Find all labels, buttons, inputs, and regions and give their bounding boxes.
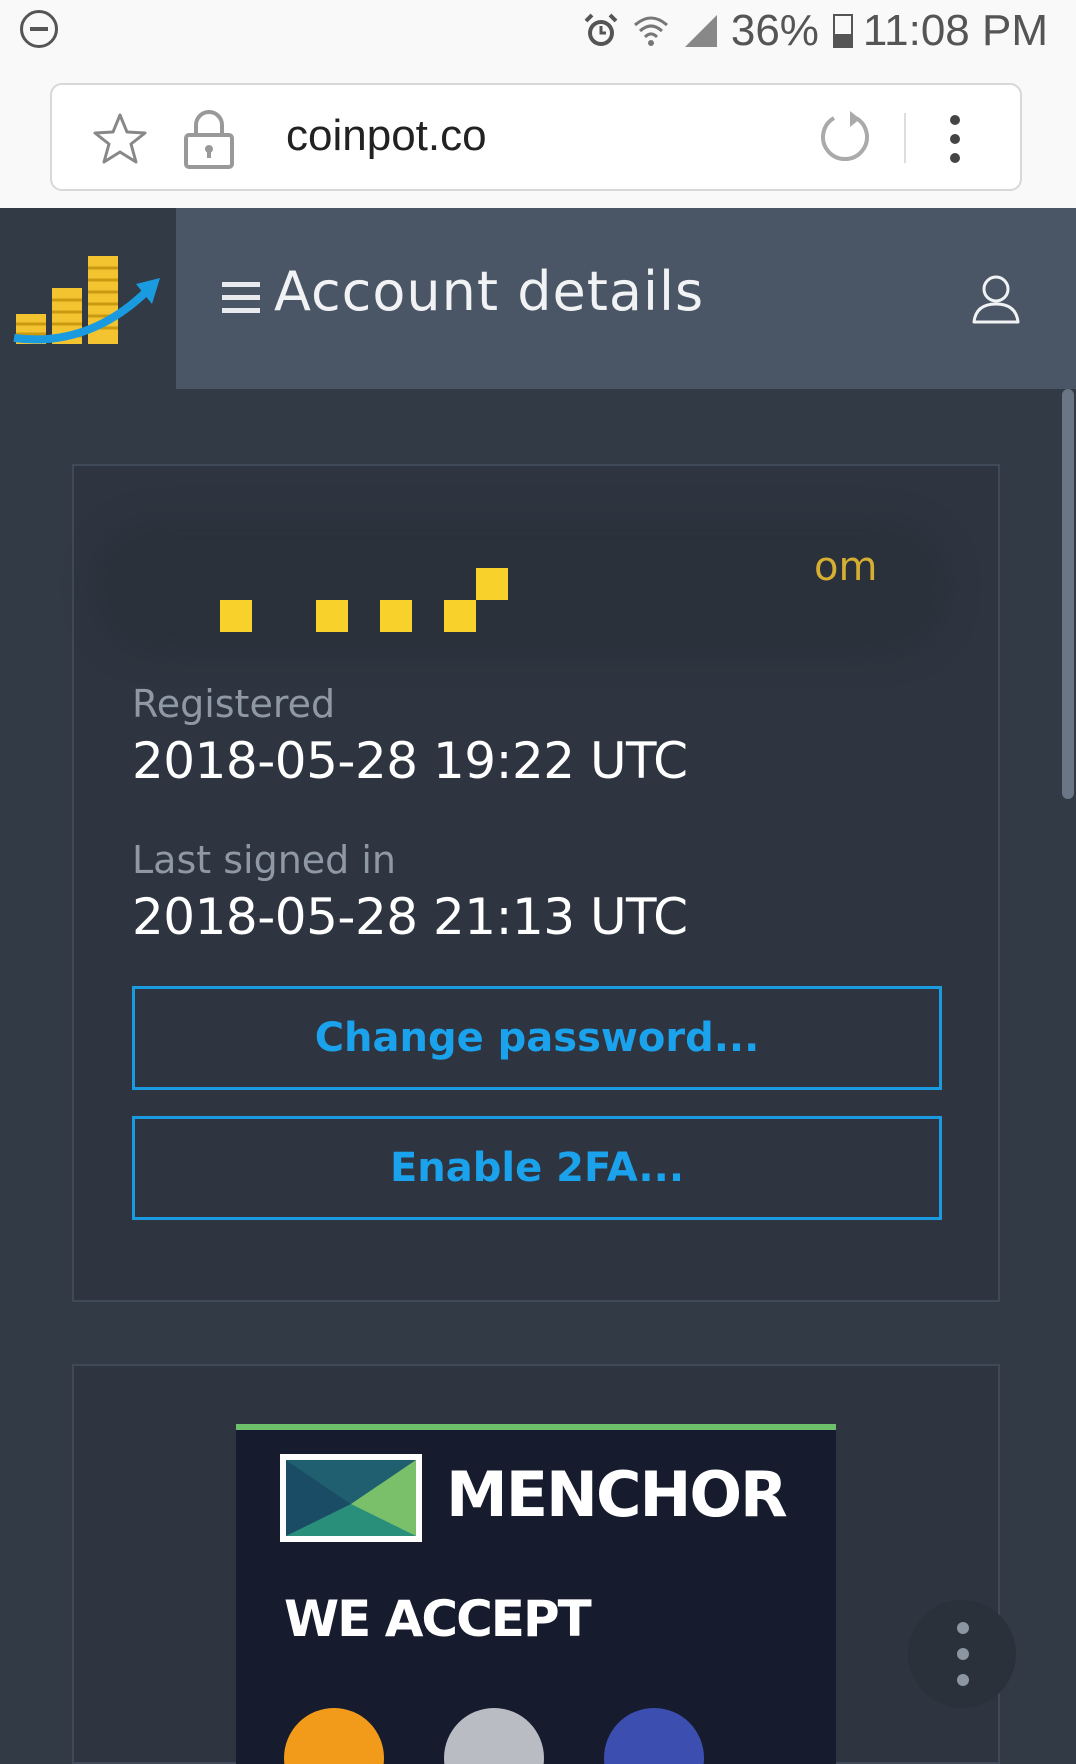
- redaction-pixel: [444, 600, 476, 632]
- toolbar-divider: [904, 113, 906, 163]
- registered-value: 2018-05-28 19:22 UTC: [132, 732, 688, 790]
- bookmark-star-icon[interactable]: [90, 109, 150, 169]
- change-password-button[interactable]: Change password...: [132, 986, 942, 1090]
- enable-2fa-button[interactable]: Enable 2FA...: [132, 1116, 942, 1220]
- redaction-pixel: [316, 600, 348, 632]
- advertisement-card: MENCHOR WE ACCEPT: [72, 1364, 1000, 1764]
- redaction-pixel: [220, 600, 252, 632]
- hamburger-menu-icon[interactable]: [222, 282, 262, 316]
- reload-icon[interactable]: [816, 109, 874, 167]
- litecoin-icon: [444, 1708, 544, 1764]
- redaction-pixel: [380, 600, 412, 632]
- ad-banner[interactable]: MENCHOR WE ACCEPT: [236, 1424, 836, 1764]
- floating-menu-button[interactable]: [908, 1600, 1016, 1708]
- user-profile-icon[interactable]: [968, 270, 1024, 326]
- address-bar[interactable]: coinpot.co: [50, 83, 1022, 191]
- bitcoin-icon: [284, 1708, 384, 1764]
- redaction-pixel: [476, 568, 508, 600]
- signal-icon: [684, 15, 717, 47]
- coin-stack-logo-icon: [13, 256, 160, 344]
- last-signed-in-value: 2018-05-28 21:13 UTC: [132, 888, 688, 946]
- battery-icon: [832, 14, 853, 48]
- menchor-logo-icon: [280, 1454, 422, 1542]
- browser-toolbar: coinpot.co: [0, 62, 1076, 208]
- email-suffix: om: [814, 544, 878, 590]
- wifi-icon: [633, 16, 668, 46]
- account-details-card: om Registered 2018-05-28 19:22 UTC Last …: [72, 464, 1000, 1302]
- battery-percent: 36%: [730, 6, 819, 55]
- ethereum-icon: [604, 1708, 704, 1764]
- do-not-disturb-icon: [20, 10, 58, 48]
- system-status-bar: 36% 11:08 PM: [0, 0, 1076, 62]
- app-header: Account details: [0, 208, 1076, 389]
- coinpot-logo[interactable]: [0, 208, 176, 389]
- status-icons: 36% 11:08 PM: [581, 4, 1048, 58]
- clock: 11:08 PM: [862, 6, 1048, 55]
- overflow-menu-icon[interactable]: [940, 111, 970, 167]
- url-text[interactable]: coinpot.co: [286, 111, 487, 161]
- page-title: Account details: [274, 260, 705, 323]
- last-signed-in-label: Last signed in: [132, 838, 397, 882]
- ad-brand: MENCHOR: [446, 1458, 788, 1531]
- page-scrollbar[interactable]: [1062, 389, 1074, 799]
- ad-tagline: WE ACCEPT: [284, 1590, 592, 1648]
- lock-icon[interactable]: [182, 109, 236, 169]
- registered-label: Registered: [132, 682, 336, 726]
- alarm-icon: [584, 13, 618, 46]
